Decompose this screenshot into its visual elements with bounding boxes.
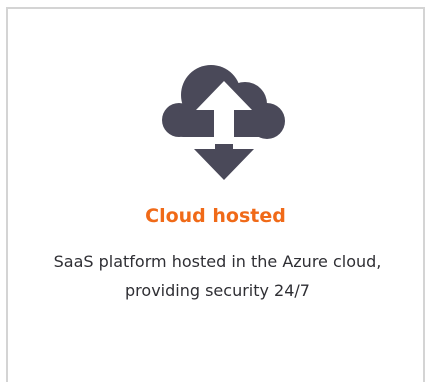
cloud-upload-download-icon [162,65,285,180]
card-title: Cloud hosted [145,205,286,227]
card-description: SaaS platform hosted in the Azure cloud,… [53,252,382,300]
feature-card: Cloud hosted SaaS platform hosted in the… [6,7,425,382]
